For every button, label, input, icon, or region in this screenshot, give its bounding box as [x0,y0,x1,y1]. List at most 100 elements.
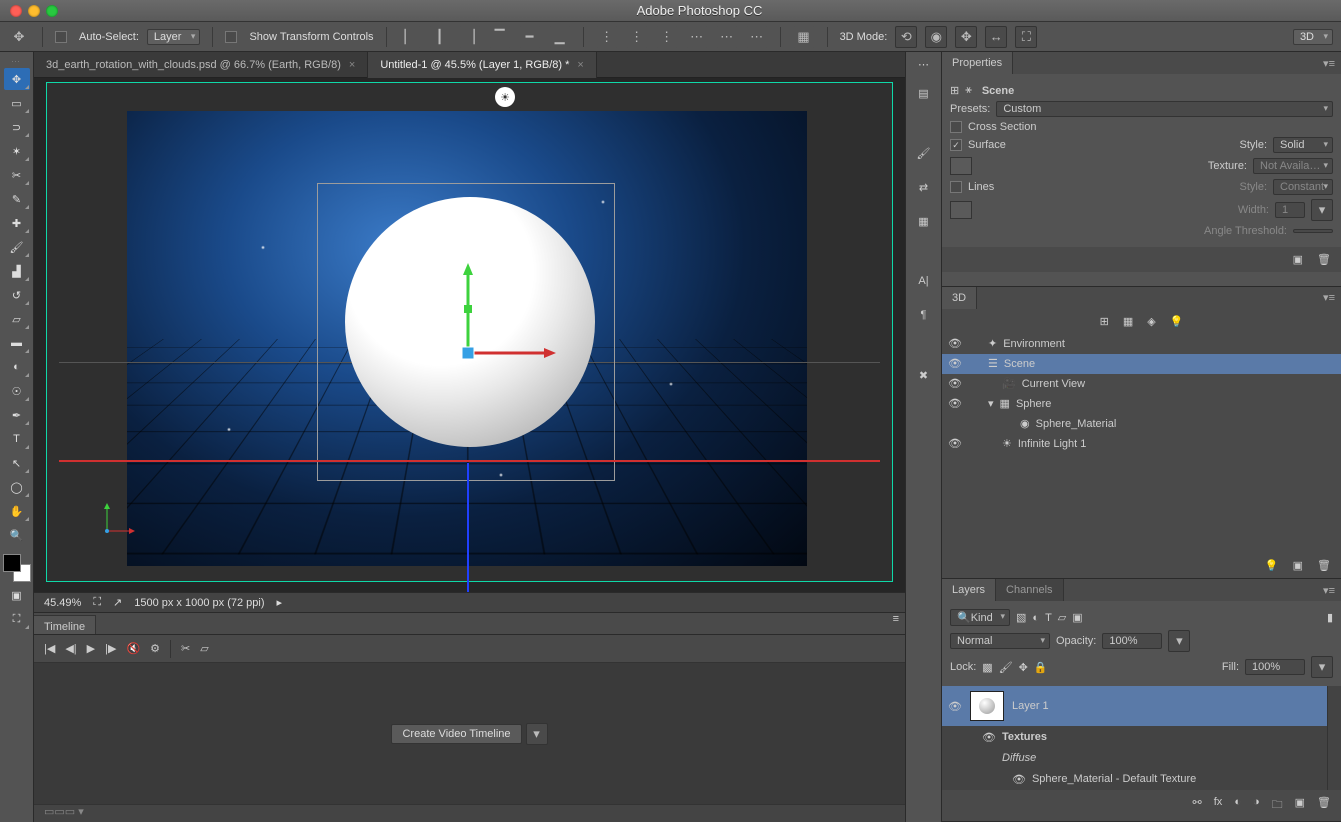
textures-group[interactable]: 👁Textures [942,726,1327,748]
visibility-icon[interactable]: 👁 [948,377,962,390]
dist-hcenter-icon[interactable]: ⋮ [626,26,648,48]
tool-presets-icon[interactable]: ✖ [912,363,936,387]
adjustment-layer-icon[interactable]: ◑ [1253,796,1260,815]
timeline-type-dropdown[interactable]: ▾ [526,723,548,745]
align-top-icon[interactable]: ▔ [489,26,511,48]
scrollbar[interactable] [1327,686,1341,790]
lock-pixels-icon[interactable]: 🖌 [999,661,1013,674]
zoom-level[interactable]: 45.49% [44,597,81,609]
visibility-icon[interactable]: 👁 [948,357,962,370]
export-icon[interactable]: ↗ [113,596,122,609]
filter-shape-icon[interactable]: ▱ [1058,611,1066,624]
next-frame-icon[interactable]: |▶ [105,642,116,655]
layer-mask-icon[interactable]: ◐ [1234,796,1241,815]
3d-rotate-icon[interactable]: ⟲ [895,26,917,48]
filter-smart-icon[interactable]: ▣ [1072,611,1082,624]
clone-stamp-tool[interactable]: ▟ [4,260,30,282]
filter-light-icon[interactable]: 💡 [1170,315,1184,328]
doc-info[interactable]: 1500 px x 1000 px (72 ppi) [134,597,264,609]
filter-scene-icon[interactable]: ⊞ [1100,315,1109,328]
surface-style-dropdown[interactable]: Solid [1273,137,1333,153]
align-bottom-icon[interactable]: ▁ [549,26,571,48]
layer-name[interactable]: Layer 1 [1012,700,1049,712]
3d-roll-icon[interactable]: ◉ [925,26,947,48]
dist-bottom-icon[interactable]: ⋯ [746,26,768,48]
filter-mesh-icon[interactable]: ▦ [1123,315,1133,328]
fill-dropdown-icon[interactable]: ▾ [1311,656,1333,678]
close-tab-icon[interactable]: × [349,59,355,71]
audio-icon[interactable]: 🔇 [126,642,140,655]
dodge-tool[interactable]: ☉ [4,380,30,402]
auto-select-target[interactable]: Layer [147,29,201,45]
workspace-selector[interactable]: 3D [1293,29,1333,45]
filter-adjust-icon[interactable]: ◐ [1032,612,1039,624]
color-swatch[interactable] [3,554,31,582]
3d-axis-widget[interactable] [456,253,576,373]
texture-item[interactable]: 👁Sphere_Material - Default Texture [942,768,1327,790]
view-options-icon[interactable]: ⛶ [93,596,101,609]
lasso-tool[interactable]: ⊃ [4,116,30,138]
marquee-tool[interactable]: ▭ [4,92,30,114]
filter-pixel-icon[interactable]: ▧ [1016,611,1026,624]
align-right-icon[interactable]: ▕ [459,26,481,48]
visibility-icon[interactable]: 👁 [948,700,962,713]
hand-tool[interactable]: ✋ [4,500,30,522]
panel-grip-icon[interactable]: ⋯ [0,56,33,66]
lock-all-icon[interactable]: 🔒 [1034,661,1048,674]
auto-align-icon[interactable]: ▦ [793,26,815,48]
cross-section-checkbox[interactable] [950,121,962,133]
healing-brush-tool[interactable]: ✚ [4,212,30,234]
group-icon[interactable]: 🗀 [1272,796,1283,815]
visibility-icon[interactable]: 👁 [982,731,996,744]
surface-color-swatch[interactable] [950,157,972,175]
expand-icon[interactable]: ▾ [988,397,994,410]
visibility-icon[interactable]: 👁 [1012,773,1026,786]
new-layer-icon[interactable]: ▣ [1295,796,1305,815]
3d-pan-icon[interactable]: ✥ [955,26,977,48]
show-transform-checkbox[interactable] [225,31,237,43]
close-tab-icon[interactable]: × [577,59,583,71]
quick-mask-tool[interactable]: ▣ [4,584,30,606]
layer-style-icon[interactable]: fx [1214,796,1223,815]
light-widget-icon[interactable]: ☀ [495,87,515,107]
canvas-area[interactable]: ☀ [34,78,905,592]
move-tool-icon[interactable]: ✥ [8,26,30,48]
document-tab-1[interactable]: 3d_earth_rotation_with_clouds.psd @ 66.7… [34,52,368,78]
light-add-icon[interactable]: 💡 [1265,559,1279,572]
split-icon[interactable]: ✂ [181,642,190,655]
3d-slide-icon[interactable]: ↔ [985,26,1007,48]
panel-menu-icon[interactable]: ≡ [887,613,905,634]
pen-tool[interactable]: ✒ [4,404,30,426]
visibility-icon[interactable]: 👁 [948,337,962,350]
dist-left-icon[interactable]: ⋮ [596,26,618,48]
tree-item-environment[interactable]: 👁✦Environment [942,334,1341,354]
3d-scale-icon[interactable]: ⛶ [1015,26,1037,48]
move-tool[interactable]: ✥ [4,68,30,90]
layer-thumbnail[interactable] [970,691,1004,721]
delete-icon[interactable]: 🗑 [1317,253,1331,266]
paragraph-icon[interactable]: ¶ [912,303,936,327]
shape-tool[interactable]: ◯ [4,476,30,498]
texture-dropdown[interactable]: Not Availa… [1253,158,1333,174]
brush-tool[interactable]: 🖌 [4,236,30,258]
tree-item-sphere[interactable]: 👁▾▦Sphere [942,394,1341,414]
delete-icon[interactable]: 🗑 [1317,559,1331,572]
settings-icon[interactable]: ⚙ [150,642,160,655]
filter-material-icon[interactable]: ◈ [1147,315,1155,328]
tree-item-sphere-material[interactable]: ◉Sphere_Material [942,414,1341,434]
dock-grip-icon[interactable]: ⋯ [918,58,929,71]
dist-vcenter-icon[interactable]: ⋯ [716,26,738,48]
blend-mode-dropdown[interactable]: Normal [950,633,1050,649]
align-vcenter-icon[interactable]: ━ [519,26,541,48]
channels-tab[interactable]: Channels [996,579,1063,601]
eraser-tool[interactable]: ▱ [4,308,30,330]
create-video-timeline-button[interactable]: Create Video Timeline [391,724,521,744]
tree-item-scene[interactable]: 👁☰Scene [942,354,1341,374]
auto-select-checkbox[interactable] [55,31,67,43]
opacity-input[interactable]: 100% [1102,633,1162,649]
zoom-tool[interactable]: 🔍 [4,524,30,546]
render-icon[interactable]: ▣ [1293,253,1303,266]
timeline-tab[interactable]: Timeline [34,615,96,634]
panel-menu-icon[interactable]: ▾≡ [1317,584,1341,597]
brush-presets-icon[interactable]: ⇄ [912,175,936,199]
